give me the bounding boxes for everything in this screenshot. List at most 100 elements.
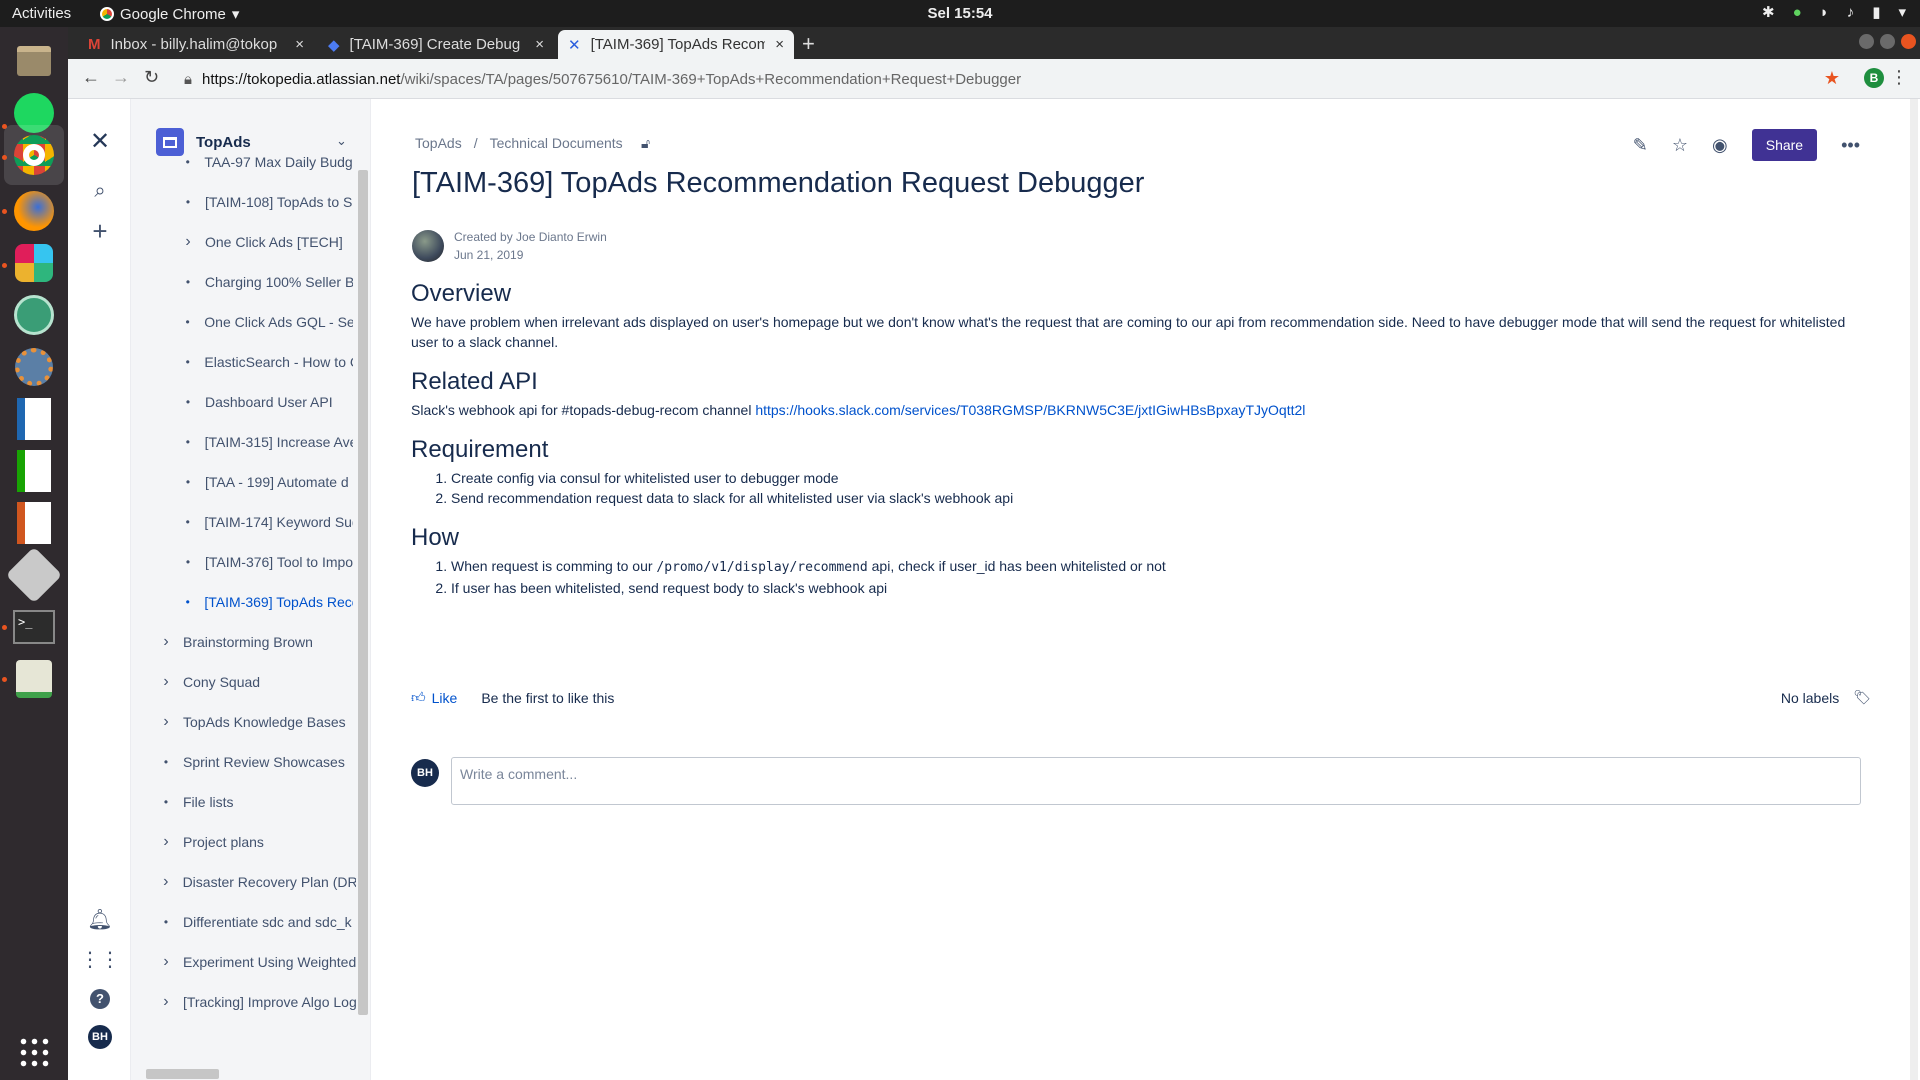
endpoint-code: /promo/v1/display/recommend — [656, 560, 868, 575]
terminal-icon[interactable]: >_ — [10, 603, 58, 651]
bullet-icon: • — [185, 155, 190, 169]
system-tray[interactable]: ✱ ● ◗ ♪ ▮ ▾ — [1762, 3, 1906, 22]
page-actions: ✎ ☆ ◉ Share ••• — [1633, 129, 1860, 161]
watch-eye-icon[interactable]: ◉ — [1712, 135, 1728, 156]
battery-icon[interactable]: ▮ — [1872, 3, 1880, 21]
text-editor-icon[interactable] — [10, 655, 58, 703]
tab-gmail[interactable]: M Inbox - billy.halim@tokop × — [78, 30, 314, 59]
sidebar-item[interactable]: › Project plans — [131, 832, 356, 852]
sidebar-item[interactable]: › Disaster Recovery Plan (DRI — [131, 872, 356, 892]
label-tag-icon[interactable]: 🏷︎ — [1853, 689, 1871, 706]
sidebar-item[interactable]: • Charging 100% Seller B — [153, 272, 353, 292]
sidebar-item[interactable]: • [TAIM-376] Tool to Impo — [153, 552, 353, 572]
chevron-right-icon[interactable]: › — [159, 673, 173, 691]
sidebar-scrollbar[interactable] — [358, 170, 368, 1015]
chevron-down-icon[interactable]: ⌄ — [336, 133, 347, 149]
sidebar-item-label: [TAIM-108] TopAds to S — [205, 194, 353, 210]
sidebar-item[interactable]: • [TAIM-108] TopAds to S — [153, 192, 353, 212]
reload-icon[interactable]: ↻ — [144, 67, 159, 88]
sidebar-item[interactable]: • Sprint Review Showcases — [131, 752, 356, 772]
sidebar-item[interactable]: • File lists — [131, 792, 356, 812]
sidebar-item[interactable]: › Experiment Using Weighted — [131, 952, 356, 972]
app-switcher-icon[interactable]: ⋮⋮ — [80, 945, 120, 973]
sidebar-item[interactable]: › [Tracking] Improve Algo Log — [131, 992, 356, 1012]
author-avatar[interactable] — [412, 230, 444, 262]
sidebar-item[interactable]: • [TAIM-369] TopAds Reco — [153, 592, 353, 612]
chevron-right-icon[interactable]: › — [159, 953, 173, 971]
search-icon[interactable]: ⌕ — [86, 177, 114, 205]
chevron-right-icon[interactable]: › — [159, 873, 173, 891]
atom-icon[interactable] — [10, 291, 58, 339]
clock[interactable]: Sel 15:54 — [0, 5, 1920, 22]
breadcrumb-topads[interactable]: TopAds — [415, 135, 462, 151]
confluence-logo-icon[interactable]: ✕ — [86, 127, 114, 155]
profile-avatar[interactable]: B — [1864, 68, 1884, 88]
sidebar-item[interactable]: • [TAIM-174] Keyword Sug — [153, 512, 353, 532]
volume-icon[interactable]: ♪ — [1847, 4, 1855, 21]
sidebar-item[interactable]: › Brainstorming Brown — [131, 632, 356, 652]
sidebar-horizontal-scrollbar[interactable] — [146, 1069, 219, 1079]
slack-tray-icon[interactable]: ✱ — [1762, 3, 1775, 21]
share-button[interactable]: Share — [1751, 129, 1818, 161]
chevron-right-icon[interactable]: › — [181, 233, 195, 251]
close-tab-icon[interactable]: × — [775, 36, 784, 53]
files-icon[interactable] — [10, 37, 58, 85]
page-scrollbar[interactable] — [1910, 99, 1918, 1080]
tab-jira[interactable]: ◆ [TAIM-369] Create Debug × — [318, 30, 554, 59]
maximize-icon[interactable] — [1880, 34, 1895, 49]
sidebar-item[interactable]: › Cony Squad — [131, 672, 356, 692]
tools-icon[interactable] — [5, 546, 63, 604]
address-bar[interactable]: 🔒︎ https://tokopedia.atlassian.net/wiki/… — [184, 65, 1844, 93]
created-by[interactable]: Created by Joe Dianto Erwin — [454, 228, 607, 246]
chrome-dock-icon[interactable] — [4, 125, 64, 185]
status-tray-icon[interactable]: ● — [1793, 4, 1802, 21]
settings-gear-icon[interactable] — [10, 343, 58, 391]
minimize-icon[interactable] — [1859, 34, 1874, 49]
chevron-right-icon[interactable]: › — [159, 833, 173, 851]
browser-menu-icon[interactable]: ⋮ — [1890, 67, 1908, 88]
create-icon[interactable]: + — [86, 216, 114, 246]
close-window-icon[interactable] — [1901, 34, 1916, 49]
chevron-right-icon[interactable]: › — [159, 713, 173, 731]
chevron-right-icon[interactable]: › — [159, 993, 173, 1011]
like-button[interactable]: 👍︎ Like — [411, 689, 457, 706]
sidebar-item[interactable]: • Differentiate sdc and sdc_k — [131, 912, 356, 932]
sidebar-item[interactable]: • ElasticSearch - How to C — [153, 352, 353, 372]
sidebar-item[interactable]: • [TAA - 199] Automate d — [153, 472, 353, 492]
writer-icon[interactable] — [10, 395, 58, 443]
bookmark-star-icon[interactable]: ★ — [1824, 68, 1840, 89]
help-icon[interactable]: ? — [86, 985, 114, 1013]
star-icon[interactable]: ☆ — [1672, 135, 1688, 156]
chevron-right-icon[interactable]: › — [159, 633, 173, 651]
breadcrumb-technical-documents[interactable]: Technical Documents — [490, 135, 623, 151]
created-date[interactable]: Jun 21, 2019 — [454, 246, 607, 264]
slack-icon[interactable] — [10, 239, 58, 287]
calc-icon[interactable] — [10, 447, 58, 495]
close-tab-icon[interactable]: × — [535, 36, 544, 53]
sidebar-item[interactable]: • One Click Ads GQL - Sell — [153, 312, 353, 332]
edit-pencil-icon[interactable]: ✎ — [1633, 135, 1648, 156]
restrictions-lock-icon[interactable]: 🔓︎ — [641, 135, 650, 152]
confluence-icon: ✕ — [568, 36, 581, 54]
sidebar-item[interactable]: • [TAIM-315] Increase Ave — [153, 432, 353, 452]
sidebar-item[interactable]: › TopAds Knowledge Bases — [131, 712, 356, 732]
tab-confluence[interactable]: ✕ [TAIM-369] TopAds Recom × — [558, 30, 794, 59]
list-item: Create config via consul for whitelisted… — [451, 468, 1871, 488]
sidebar-item[interactable]: • TAA-97 Max Daily Budge — [153, 152, 353, 172]
webhook-link[interactable]: https://hooks.slack.com/services/T038RGM… — [755, 402, 1305, 418]
close-tab-icon[interactable]: × — [295, 36, 304, 53]
forward-icon[interactable]: → — [112, 67, 130, 88]
back-icon[interactable]: ← — [82, 67, 100, 88]
new-tab-icon[interactable]: + — [802, 31, 815, 57]
comment-input[interactable]: Write a comment... — [451, 757, 1861, 805]
impress-icon[interactable] — [10, 499, 58, 547]
sidebar-item[interactable]: • Dashboard User API — [153, 392, 353, 412]
wifi-icon[interactable]: ◗ — [1820, 4, 1829, 21]
more-actions-icon[interactable]: ••• — [1841, 135, 1860, 156]
show-apps-icon[interactable] — [10, 1028, 58, 1076]
power-menu-icon[interactable]: ▾ — [1898, 3, 1906, 21]
user-avatar[interactable]: BH — [88, 1025, 112, 1049]
notifications-icon[interactable]: 🔔︎ — [86, 905, 114, 933]
firefox-icon[interactable] — [10, 187, 58, 235]
sidebar-item[interactable]: › One Click Ads [TECH] — [153, 232, 353, 252]
